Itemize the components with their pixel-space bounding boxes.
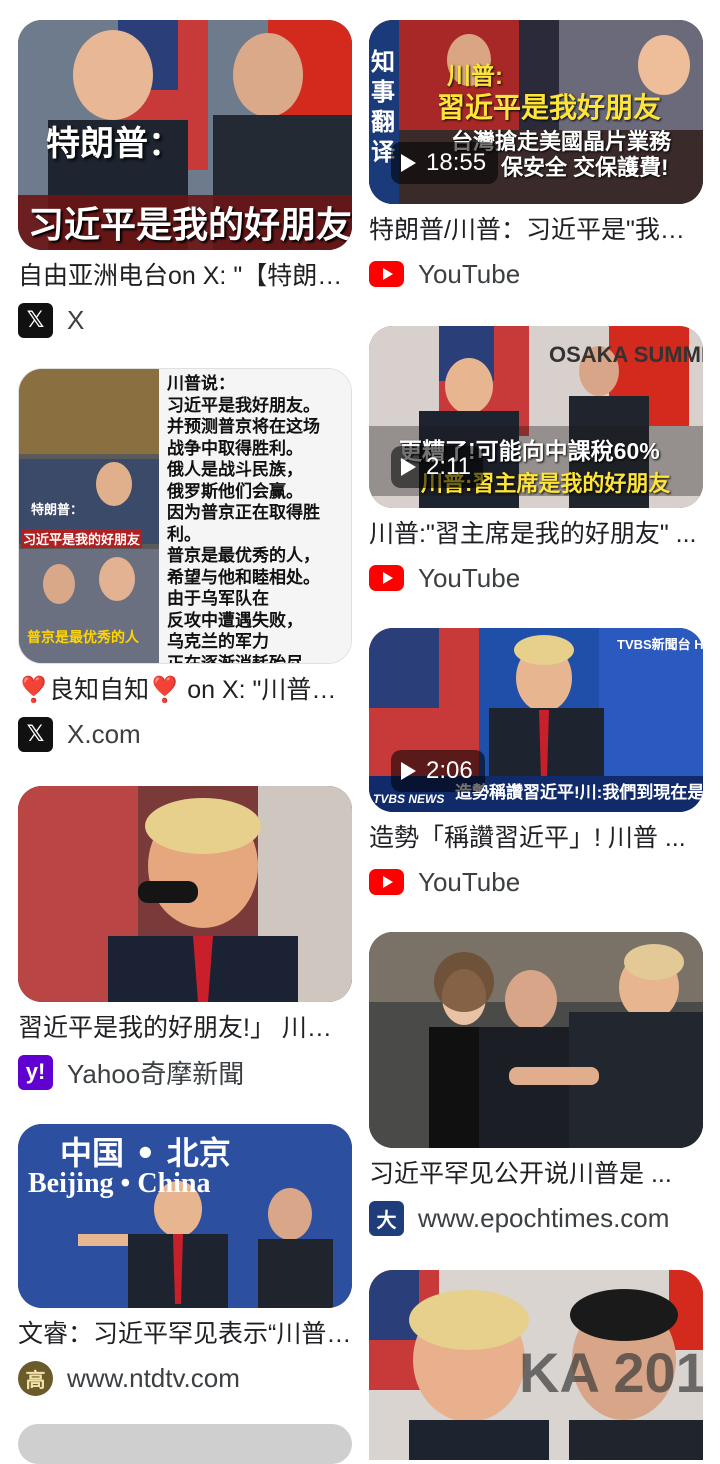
result-title[interactable]: 自由亚洲电台on X: "【特朗普：习近平是我的好朋友】 ... — [18, 260, 352, 292]
thumbnail-text-line: 乌克兰的军力 — [167, 632, 269, 651]
youtube-icon — [369, 561, 404, 596]
image-result-card[interactable]: 中国 • 北京 Beijing • China 文睿：习近平罕见表示“川普是我的… — [18, 1124, 352, 1396]
thumbnail-text-line: 正在逐渐消耗殆尽。 — [167, 653, 320, 664]
thumbnail-caption-2: Beijing • China — [28, 1168, 211, 1199]
thumbnail-banner: OSAKA SUMMIT 2019 — [549, 342, 703, 367]
result-source[interactable]: 大 www.epochtimes.com — [369, 1200, 703, 1236]
result-thumbnail[interactable]: 特朗普： 习近平是我的好朋友 — [18, 20, 352, 250]
thumbnail-text-line: 战争中取得胜利。 — [167, 438, 303, 458]
video-duration: 18:55 — [391, 142, 499, 184]
thumbnail-caption: 习近平是我的好朋友 — [21, 529, 143, 548]
video-duration: 2:11 — [391, 446, 483, 488]
result-source[interactable]: 𝕏 X — [18, 302, 352, 338]
result-source[interactable]: 高 www.ntdtv.com — [18, 1360, 352, 1396]
image-result-card[interactable]: 习近平罕见公开说川普是 ... 大 www.epochtimes.com — [369, 932, 703, 1236]
result-title[interactable]: 特朗普/川普：习近平是"我的好朋友" ... — [369, 214, 703, 246]
source-name: YouTube — [418, 866, 521, 897]
thumbnail-caption-2: 習近平是我好朋友 — [437, 92, 662, 123]
youtube-icon — [369, 257, 404, 292]
result-thumbnail[interactable]: 中国 • 北京 Beijing • China — [18, 1124, 352, 1308]
result-thumbnail[interactable]: 川普说： 习近平是我好朋友。 并预测普京将在这场 战争中取得胜利。 俄人是战斗民… — [18, 368, 352, 664]
result-source[interactable]: YouTube — [369, 560, 703, 596]
news-ticker: 造勢稱讚習近平!川:我們到現在是好朋友 — [455, 783, 703, 802]
image-result-card[interactable]: 習近平是我的好朋友!」 川普 ... y! Yahoo奇摩新聞 — [18, 786, 352, 1090]
thumbnail-image — [18, 786, 352, 1002]
thumbnail-text-line: 川普说： — [167, 374, 235, 393]
thumbnail-caption: 特朗普： — [31, 502, 84, 517]
thumbnail-image — [369, 932, 703, 1148]
result-source[interactable]: 𝕏 X.com — [18, 716, 352, 752]
play-icon — [401, 762, 416, 780]
result-thumbnail[interactable] — [18, 1424, 352, 1464]
source-name: www.epochtimes.com — [418, 1202, 670, 1233]
source-name: YouTube — [418, 258, 521, 289]
source-name: www.ntdtv.com — [67, 1362, 240, 1393]
result-title[interactable]: 習近平是我的好朋友!」 川普 ... — [18, 1012, 352, 1044]
result-thumbnail[interactable]: KA 2019 — [369, 1270, 703, 1460]
thumbnail-text-line: 普京是最优秀的人， — [167, 546, 320, 565]
thumbnail-banner: KA 2019 — [519, 1341, 703, 1404]
duration-label: 2:06 — [426, 757, 473, 784]
youtube-icon — [369, 865, 404, 900]
x-logo-icon: 𝕏 — [18, 716, 53, 752]
thumbnail-text-block: 川普说： 习近平是我好朋友。 并预测普京将在这场 战争中取得胜利。 俄人是战斗民… — [167, 373, 351, 664]
image-result-card[interactable]: 特朗普： 习近平是我的好朋友 自由亚洲电台on X: "【特朗普：习近平是我的好… — [18, 20, 352, 338]
source-name: Yahoo奇摩新聞 — [67, 1058, 245, 1089]
play-icon — [401, 154, 416, 172]
thumbnail-text-line: 反攻中遭遇失败， — [167, 610, 303, 630]
thumbnail-text-line: 并预测普京将在这场 — [167, 417, 320, 436]
result-thumbnail[interactable]: 知事翻译 川普: 習近平是我好朋友 台灣搶走美國晶片業務 保安全 交保護費! 1… — [369, 20, 703, 204]
source-name: YouTube — [418, 562, 521, 593]
result-source[interactable]: YouTube — [369, 864, 703, 900]
image-result-card[interactable]: 川普说： 习近平是我好朋友。 并预测普京将在这场 战争中取得胜利。 俄人是战斗民… — [18, 368, 352, 752]
channel-watermark: TVBS新聞台 HD — [617, 637, 703, 652]
result-title[interactable]: ❣️良知自知❣️ on X: "川普说：习近平是我好朋友 ... — [18, 674, 352, 706]
result-thumbnail[interactable] — [369, 932, 703, 1148]
result-title[interactable]: 造勢「稱讚習近平」! 川普 ... — [369, 822, 703, 854]
image-result-card[interactable]: KA 2019 — [369, 1270, 703, 1460]
thumbnail-caption-1: 特朗普： — [46, 125, 182, 163]
result-thumbnail[interactable] — [18, 786, 352, 1002]
video-result-card[interactable]: OSAKA SUMMIT 2019 更糟了!可能向中課稅60% 川普:習主席是我… — [369, 326, 703, 596]
result-title[interactable]: 川普:"習主席是我的好朋友" ... — [369, 518, 703, 550]
ntd-icon: 高 — [18, 1360, 53, 1396]
video-result-card[interactable]: TVBS新聞台 HD 造勢稱讚習近平!川:我們到現在是好朋友 TVBS NEWS… — [369, 628, 703, 900]
image-result-card[interactable] — [18, 1424, 352, 1464]
result-title[interactable]: 文睿：习近平罕见表示“川普是我的朋友 ... — [18, 1318, 352, 1350]
duration-label: 2:11 — [426, 453, 471, 480]
result-title[interactable]: 习近平罕见公开说川普是 ... — [369, 1158, 703, 1190]
thumbnail-text-line: 希望与他和睦相处。 — [167, 567, 320, 587]
x-logo-icon: 𝕏 — [18, 302, 53, 338]
thumbnail-caption: 普京是最优秀的人 — [27, 629, 139, 645]
tvbs-logo: TVBS NEWS — [373, 792, 445, 806]
result-thumbnail[interactable]: OSAKA SUMMIT 2019 更糟了!可能向中課稅60% 川普:習主席是我… — [369, 326, 703, 508]
source-name: X — [67, 304, 85, 335]
video-duration: 2:06 — [391, 750, 485, 792]
thumbnail-text-line: 习近平是我好朋友。 — [167, 395, 320, 415]
play-icon — [401, 458, 416, 476]
thumbnail-text-line: 俄人是战斗民族， — [167, 460, 303, 479]
result-source[interactable]: YouTube — [369, 256, 703, 292]
video-result-card[interactable]: 知事翻译 川普: 習近平是我好朋友 台灣搶走美國晶片業務 保安全 交保護費! 1… — [369, 20, 703, 292]
result-source[interactable]: y! Yahoo奇摩新聞 — [18, 1054, 352, 1090]
yahoo-icon: y! — [18, 1054, 53, 1090]
thumbnail-text-line: 俄罗斯他们会赢。 — [167, 481, 303, 501]
epochtimes-icon: 大 — [369, 1200, 404, 1236]
result-thumbnail[interactable]: TVBS新聞台 HD 造勢稱讚習近平!川:我們到現在是好朋友 TVBS NEWS… — [369, 628, 703, 812]
thumbnail-text-line: 由于乌军队在 — [167, 589, 269, 608]
thumbnail-caption-2: 习近平是我的好朋友 — [28, 204, 352, 245]
duration-label: 18:55 — [426, 149, 487, 176]
thumbnail-text-line: 因为普京正在取得胜利。 — [167, 503, 320, 544]
source-name: X.com — [67, 718, 141, 749]
thumbnail-caption-4: 保安全 交保護費! — [501, 155, 669, 180]
